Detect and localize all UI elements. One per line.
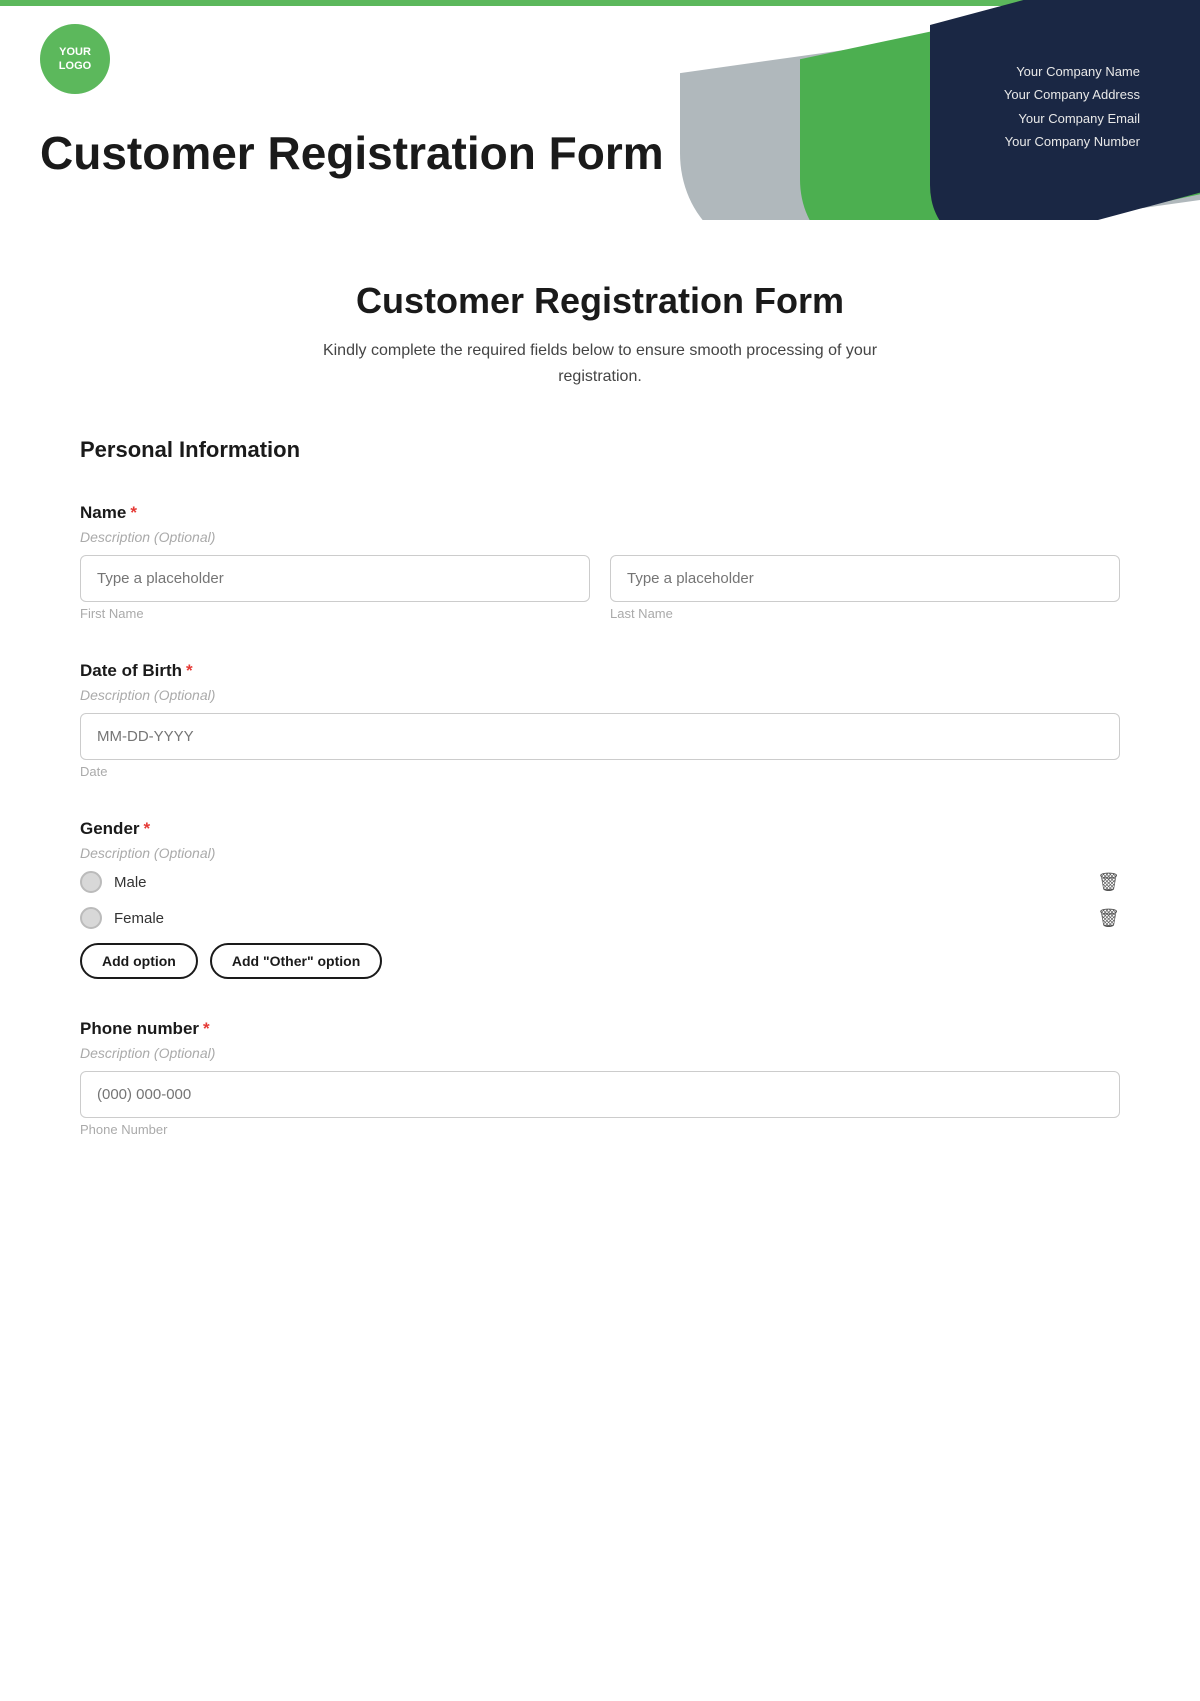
gender-label: Gender* xyxy=(80,819,1120,839)
dob-sublabel: Date xyxy=(80,764,1120,779)
first-name-input[interactable] xyxy=(80,555,590,602)
add-other-option-button[interactable]: Add "Other" option xyxy=(210,943,382,979)
company-number: Your Company Number xyxy=(1004,130,1140,153)
dob-input[interactable] xyxy=(80,713,1120,760)
phone-input[interactable] xyxy=(80,1071,1120,1118)
last-name-input[interactable] xyxy=(610,555,1120,602)
dob-description: Description (Optional) xyxy=(80,687,1120,703)
radio-circle-female[interactable] xyxy=(80,907,102,929)
logo: YOUR LOGO xyxy=(40,24,110,94)
phone-sublabel: Phone Number xyxy=(80,1122,1120,1137)
gender-option-female: Female 🗑 xyxy=(80,907,1120,929)
delete-female-icon[interactable]: 🗑 xyxy=(1097,908,1120,929)
field-group-gender: Gender* Description (Optional) Male 🗑 Fe… xyxy=(80,819,1120,979)
company-info: Your Company Name Your Company Address Y… xyxy=(1004,60,1140,154)
radio-circle-male[interactable] xyxy=(80,871,102,893)
first-name-col: First Name xyxy=(80,555,590,621)
name-description: Description (Optional) xyxy=(80,529,1120,545)
company-email: Your Company Email xyxy=(1004,107,1140,130)
last-name-sublabel: Last Name xyxy=(610,606,1120,621)
company-address: Your Company Address xyxy=(1004,83,1140,106)
field-group-dob: Date of Birth* Description (Optional) Da… xyxy=(80,661,1120,779)
phone-description: Description (Optional) xyxy=(80,1045,1120,1061)
company-name: Your Company Name xyxy=(1004,60,1140,83)
field-group-phone: Phone number* Description (Optional) Pho… xyxy=(80,1019,1120,1137)
dob-label: Date of Birth* xyxy=(80,661,1120,681)
delete-male-icon[interactable]: 🗑 xyxy=(1097,872,1120,893)
main-content: Customer Registration Form Kindly comple… xyxy=(0,220,1200,1257)
field-group-name: Name* Description (Optional) First Name … xyxy=(80,503,1120,621)
form-header: Customer Registration Form Kindly comple… xyxy=(80,280,1120,389)
personal-info-section: Personal Information Name* Description (… xyxy=(80,437,1120,1137)
add-option-button[interactable]: Add option xyxy=(80,943,198,979)
gender-description: Description (Optional) xyxy=(80,845,1120,861)
phone-label: Phone number* xyxy=(80,1019,1120,1039)
header-title: Customer Registration Form xyxy=(40,126,664,180)
gender-option-male: Male 🗑 xyxy=(80,871,1120,893)
form-title: Customer Registration Form xyxy=(80,280,1120,322)
last-name-col: Last Name xyxy=(610,555,1120,621)
name-row: First Name Last Name xyxy=(80,555,1120,621)
radio-label-male: Male xyxy=(114,874,147,891)
radio-label-female: Female xyxy=(114,910,164,927)
header: YOUR LOGO Customer Registration Form You… xyxy=(0,0,1200,220)
name-label: Name* xyxy=(80,503,1120,523)
first-name-sublabel: First Name xyxy=(80,606,590,621)
form-subtitle: Kindly complete the required fields belo… xyxy=(300,338,900,389)
add-buttons-row: Add option Add "Other" option xyxy=(80,943,1120,979)
section-title-personal: Personal Information xyxy=(80,437,1120,471)
